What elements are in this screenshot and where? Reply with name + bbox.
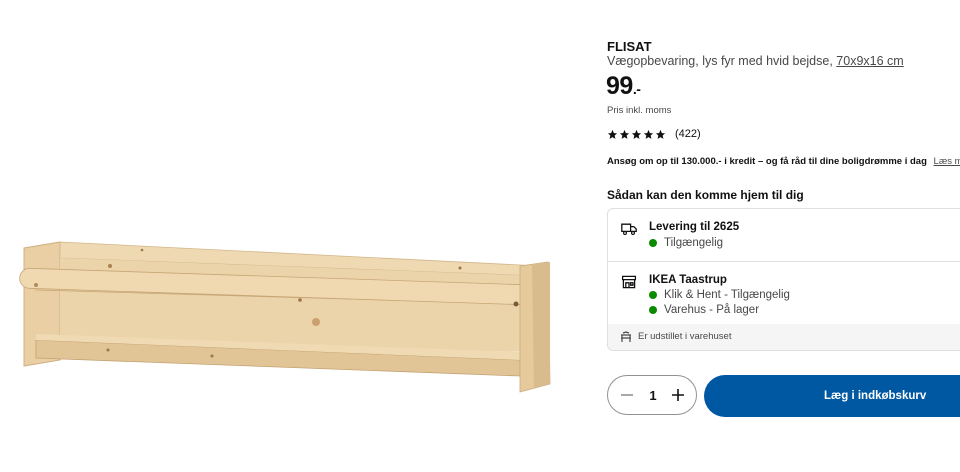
credit-text: Ansøg om op til 130.000.- i kredit – og …	[607, 156, 927, 167]
delivery-title: Levering til 2625	[649, 221, 740, 233]
delivery-option[interactable]: Levering til 2625 Tilgængelig	[608, 209, 960, 262]
add-to-cart-label: Læg i indkøbskurv	[824, 390, 927, 402]
store-icon	[621, 275, 637, 289]
product-price: 99.-	[606, 72, 641, 101]
star-icon	[643, 129, 654, 139]
wooden-wall-shelf-image	[19, 241, 551, 393]
product-name: FLISAT	[607, 39, 652, 54]
add-to-cart-button[interactable]: Læg i indkøbskurv	[704, 375, 960, 417]
star-icon	[631, 129, 642, 139]
warehouse-status: Varehus - På lager	[649, 304, 759, 316]
truck-icon	[621, 223, 637, 235]
delivery-status: Tilgængelig	[649, 237, 723, 249]
minus-icon[interactable]	[620, 388, 634, 402]
quantity-stepper: 1	[607, 375, 697, 415]
store-option[interactable]: IKEA Taastrup Klik & Hent - Tilgængelig …	[608, 262, 960, 326]
availability-box: Levering til 2625 Tilgængelig IKEA Taast…	[607, 208, 960, 351]
product-description-text: Vægopbevaring, lys fyr med hvid bejdse,	[607, 54, 833, 68]
price-suffix: .-	[632, 81, 641, 97]
in-stock-dot-icon	[649, 306, 657, 314]
showroom-icon	[621, 331, 631, 342]
showroom-info: Er udstillet i varehuset	[608, 324, 960, 350]
star-icon	[655, 129, 666, 139]
click-collect-status: Klik & Hent - Tilgængelig	[649, 289, 790, 301]
showroom-text: Er udstillet i varehuset	[638, 331, 732, 342]
store-title: IKEA Taastrup	[649, 274, 727, 286]
rating-stars	[607, 129, 666, 140]
quantity-value: 1	[649, 388, 657, 403]
delivery-status-text: Tilgængelig	[664, 237, 724, 249]
star-icon	[619, 129, 630, 139]
available-dot-icon	[649, 291, 657, 299]
credit-read-more-link[interactable]: Læs mere	[934, 156, 960, 167]
price-value: 99	[606, 72, 633, 100]
credit-banner: Ansøg om op til 130.000.- i kredit – og …	[607, 156, 960, 167]
plus-icon[interactable]	[671, 388, 685, 402]
star-icon	[607, 129, 618, 139]
product-rating[interactable]: (422)	[607, 128, 701, 140]
rating-count: (422)	[675, 128, 701, 140]
product-dimensions-link[interactable]: 70x9x16 cm	[836, 54, 903, 68]
available-dot-icon	[649, 239, 657, 247]
product-image[interactable]	[0, 0, 580, 472]
price-note: Pris inkl. moms	[607, 105, 672, 116]
delivery-heading: Sådan kan den komme hjem til dig	[607, 188, 804, 202]
warehouse-text: Varehus - På lager	[664, 304, 760, 316]
click-collect-text: Klik & Hent - Tilgængelig	[664, 289, 790, 301]
product-description: Vægopbevaring, lys fyr med hvid bejdse, …	[607, 54, 904, 68]
